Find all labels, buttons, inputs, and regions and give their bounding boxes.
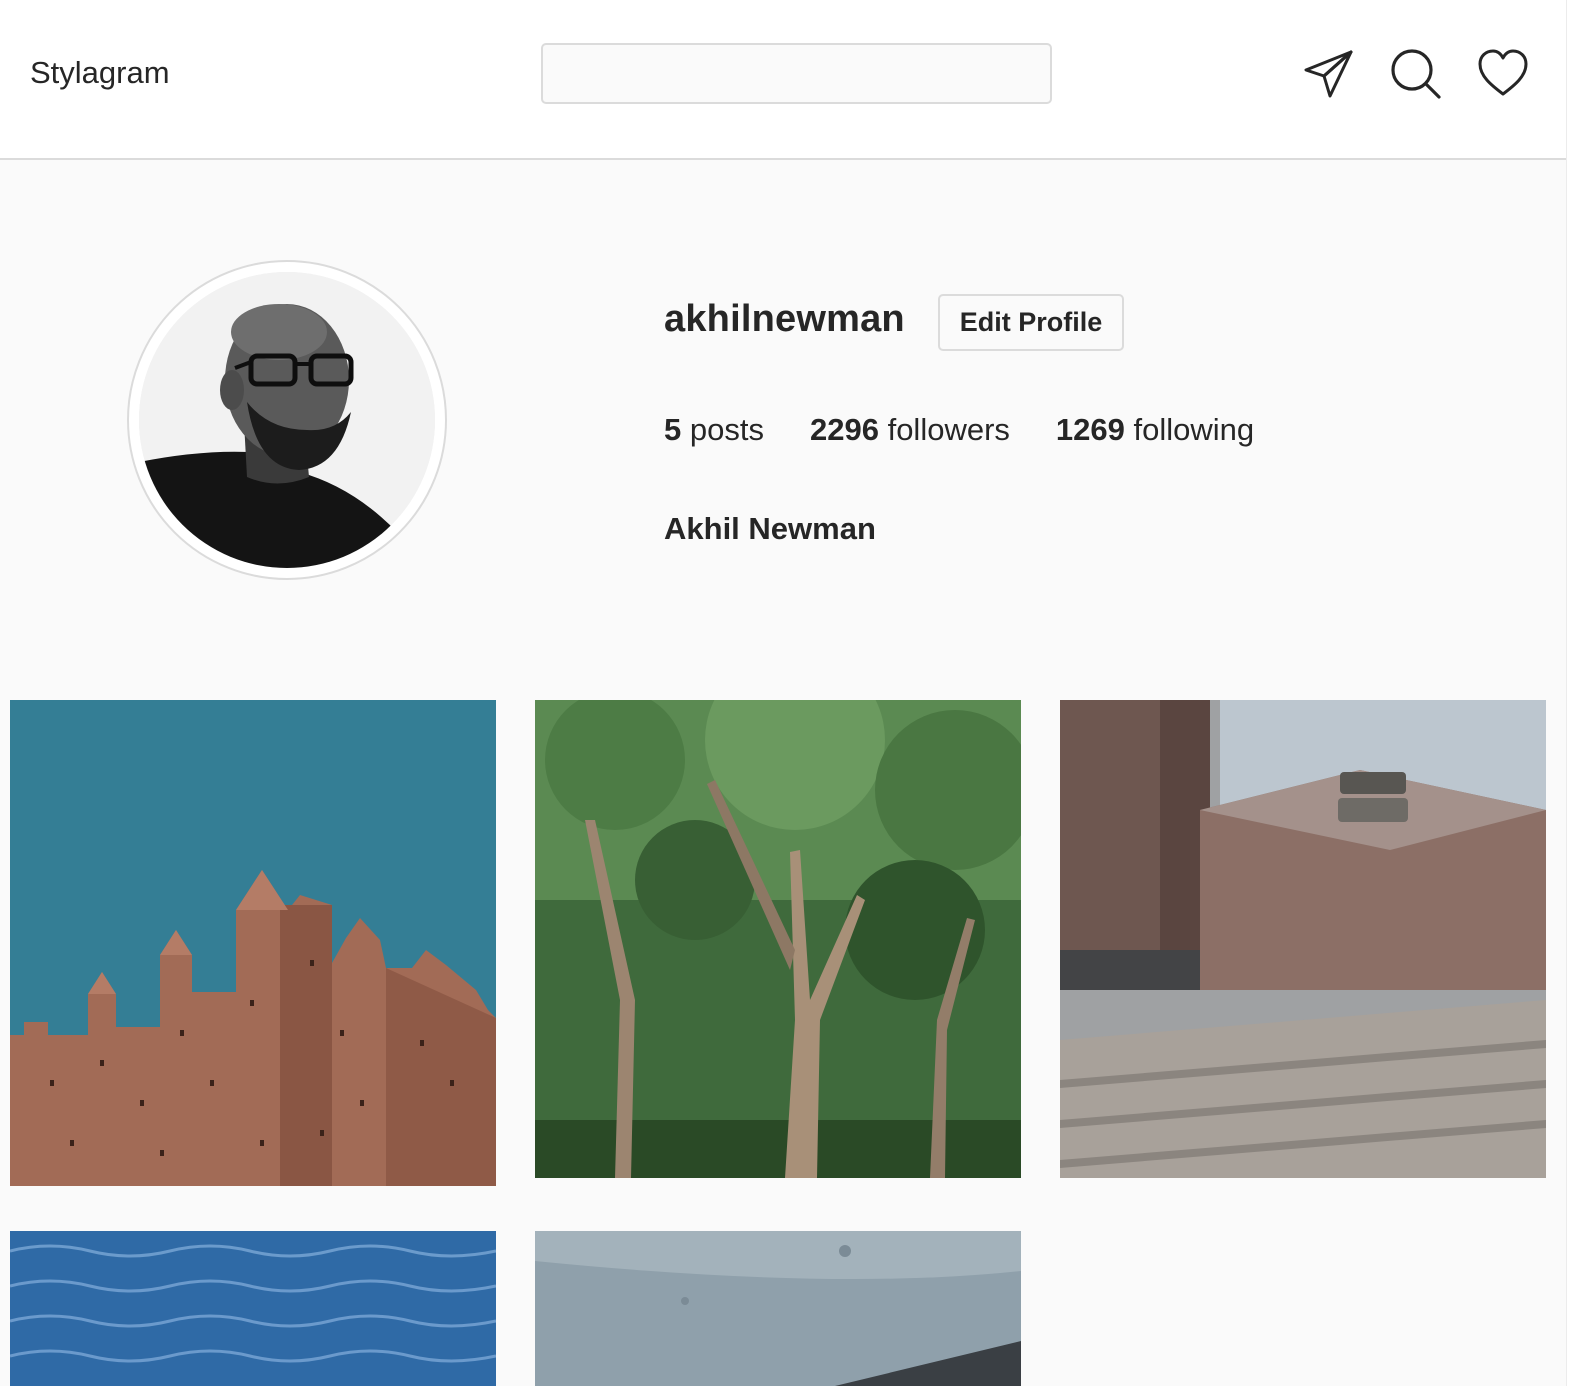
followers-count: 2296 (809, 412, 879, 447)
posts-label: posts (689, 412, 764, 447)
avatar[interactable] (139, 272, 435, 568)
send-icon[interactable] (1303, 48, 1355, 100)
brand-logo[interactable]: Stylagram (30, 55, 170, 91)
search-input[interactable] (541, 43, 1052, 104)
profile-full-name: Akhil Newman (664, 511, 876, 546)
post-thumbnail-4[interactable] (10, 1231, 496, 1386)
post-thumbnail-3[interactable] (1060, 700, 1546, 1178)
search-icon[interactable] (1390, 48, 1442, 100)
post-thumbnail-2[interactable] (535, 700, 1021, 1178)
following-label: following (1133, 412, 1255, 447)
heart-icon[interactable] (1477, 48, 1529, 100)
posts-count-stat[interactable]: 5 posts (664, 412, 764, 448)
page-scrollbar[interactable] (1566, 0, 1582, 1386)
posts-count: 5 (664, 412, 682, 447)
post-thumbnail-1[interactable] (10, 700, 496, 1186)
profile-username: akhilnewman (664, 298, 905, 340)
following-count-stat[interactable]: 1269 following (1056, 412, 1254, 448)
followers-count-stat[interactable]: 2296 followers (810, 412, 1010, 448)
profile-stats: 5 posts 2296 followers 1269 following (664, 412, 1254, 448)
edit-profile-button[interactable]: Edit Profile (938, 294, 1124, 351)
following-count: 1269 (1055, 412, 1125, 447)
post-thumbnail-5[interactable] (535, 1231, 1021, 1386)
followers-label: followers (887, 412, 1010, 447)
top-navigation-bar: Stylagram (0, 0, 1567, 160)
